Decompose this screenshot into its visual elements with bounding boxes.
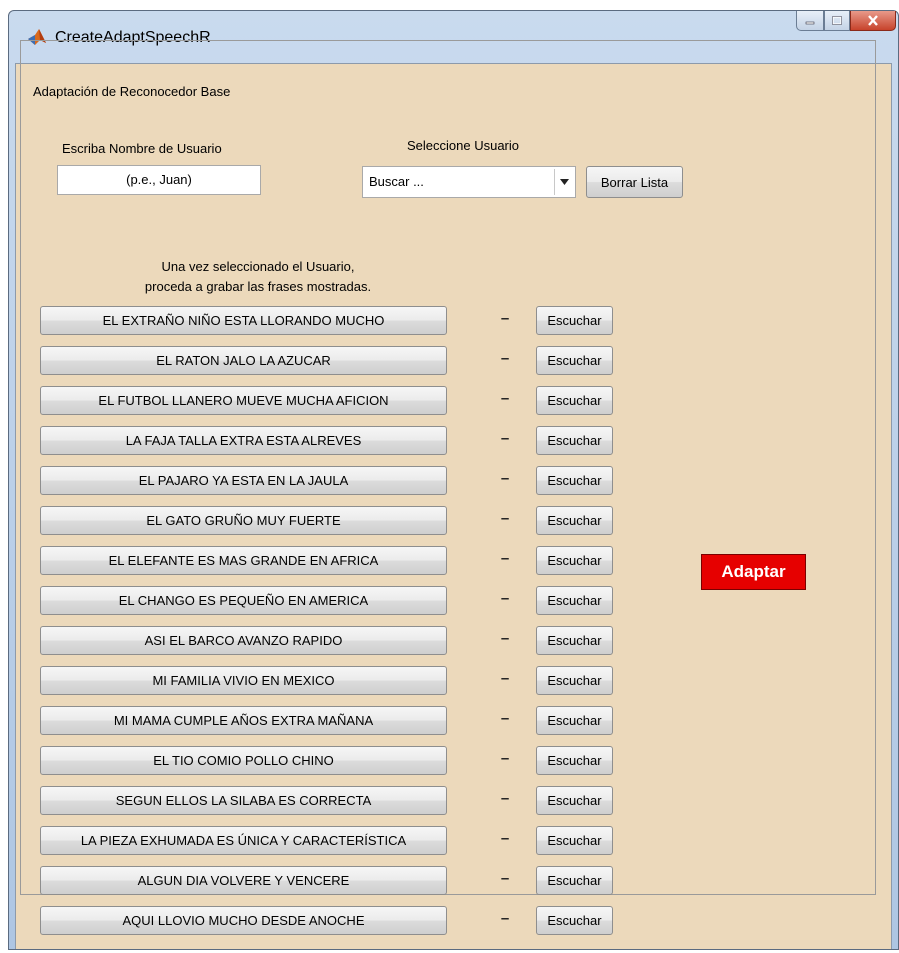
phrase-status: –	[500, 430, 510, 447]
listen-button[interactable]: Escuchar	[536, 706, 613, 735]
phrase-record-button[interactable]: EL GATO GRUÑO MUY FUERTE	[40, 506, 447, 535]
phrase-record-button[interactable]: MI FAMILIA VIVIO EN MEXICO	[40, 666, 447, 695]
phrase-status: –	[500, 870, 510, 887]
listen-button[interactable]: Escuchar	[536, 626, 613, 655]
user-select-value: Buscar ...	[369, 174, 424, 189]
phrase-status: –	[500, 790, 510, 807]
user-name-label: Escriba Nombre de Usuario	[62, 141, 222, 156]
panel-title: Adaptación de Reconocedor Base	[30, 84, 234, 99]
chevron-down-icon[interactable]	[554, 169, 573, 195]
adapt-button[interactable]: Adaptar	[701, 554, 806, 590]
phrase-record-button[interactable]: EL PAJARO YA ESTA EN LA JAULA	[40, 466, 447, 495]
phrase-record-button[interactable]: MI MAMA CUMPLE AÑOS EXTRA MAÑANA	[40, 706, 447, 735]
phrase-status: –	[500, 670, 510, 687]
phrase-status: –	[500, 830, 510, 847]
phrase-status: –	[500, 630, 510, 647]
phrase-status: –	[500, 390, 510, 407]
listen-button[interactable]: Escuchar	[536, 506, 613, 535]
phrase-record-button[interactable]: LA FAJA TALLA EXTRA ESTA ALREVES	[40, 426, 447, 455]
listen-button[interactable]: Escuchar	[536, 786, 613, 815]
phrase-record-button[interactable]: SEGUN ELLOS LA SILABA ES CORRECTA	[40, 786, 447, 815]
maximize-icon[interactable]	[824, 11, 850, 31]
phrase-record-button[interactable]: EL EXTRAÑO NIÑO ESTA LLORANDO MUCHO	[40, 306, 447, 335]
phrase-status: –	[500, 550, 510, 567]
phrase-record-button[interactable]: EL RATON JALO LA AZUCAR	[40, 346, 447, 375]
phrase-record-button[interactable]: EL FUTBOL LLANERO MUEVE MUCHA AFICION	[40, 386, 447, 415]
phrase-record-button[interactable]: EL CHANGO ES PEQUEÑO EN AMERICA	[40, 586, 447, 615]
clear-list-button[interactable]: Borrar Lista	[586, 166, 683, 198]
phrase-record-button[interactable]: EL ELEFANTE ES MAS GRANDE EN AFRICA	[40, 546, 447, 575]
listen-button[interactable]: Escuchar	[536, 306, 613, 335]
select-user-label: Seleccione Usuario	[407, 138, 520, 153]
listen-button[interactable]: Escuchar	[536, 586, 613, 615]
phrase-status: –	[500, 590, 510, 607]
phrase-status: –	[500, 750, 510, 767]
listen-button[interactable]: Escuchar	[536, 546, 613, 575]
listen-button[interactable]: Escuchar	[536, 386, 613, 415]
phrase-status: –	[500, 710, 510, 727]
listen-button[interactable]: Escuchar	[536, 426, 613, 455]
phrase-record-button[interactable]: LA PIEZA EXHUMADA ES ÚNICA Y CARACTERÍST…	[40, 826, 447, 855]
phrase-status: –	[500, 350, 510, 367]
phrase-record-button[interactable]: EL TIO COMIO POLLO CHINO	[40, 746, 447, 775]
listen-button[interactable]: Escuchar	[536, 746, 613, 775]
window-controls	[796, 11, 896, 33]
user-name-input[interactable]: (p.e., Juan)	[57, 165, 261, 195]
minimize-icon[interactable]	[796, 11, 824, 31]
phrase-status: –	[500, 470, 510, 487]
listen-button[interactable]: Escuchar	[536, 866, 613, 895]
phrase-record-button[interactable]: ASI EL BARCO AVANZO RAPIDO	[40, 626, 447, 655]
phrase-status: –	[500, 910, 510, 927]
phrase-record-button[interactable]: AQUI LLOVIO MUCHO DESDE ANOCHE	[40, 906, 447, 935]
listen-button[interactable]: Escuchar	[536, 826, 613, 855]
phrase-status: –	[500, 310, 510, 327]
listen-button[interactable]: Escuchar	[536, 666, 613, 695]
phrase-record-button[interactable]: ALGUN DIA VOLVERE Y VENCERE	[40, 866, 447, 895]
listen-button[interactable]: Escuchar	[536, 346, 613, 375]
listen-button[interactable]: Escuchar	[536, 906, 613, 935]
instructions-line-2: proceda a grabar las frases mostradas.	[144, 279, 372, 294]
listen-button[interactable]: Escuchar	[536, 466, 613, 495]
close-icon[interactable]	[850, 11, 896, 31]
instructions-line-1: Una vez seleccionado el Usuario,	[161, 259, 355, 274]
user-select-dropdown[interactable]: Buscar ...	[362, 166, 576, 198]
phrase-status: –	[500, 510, 510, 527]
